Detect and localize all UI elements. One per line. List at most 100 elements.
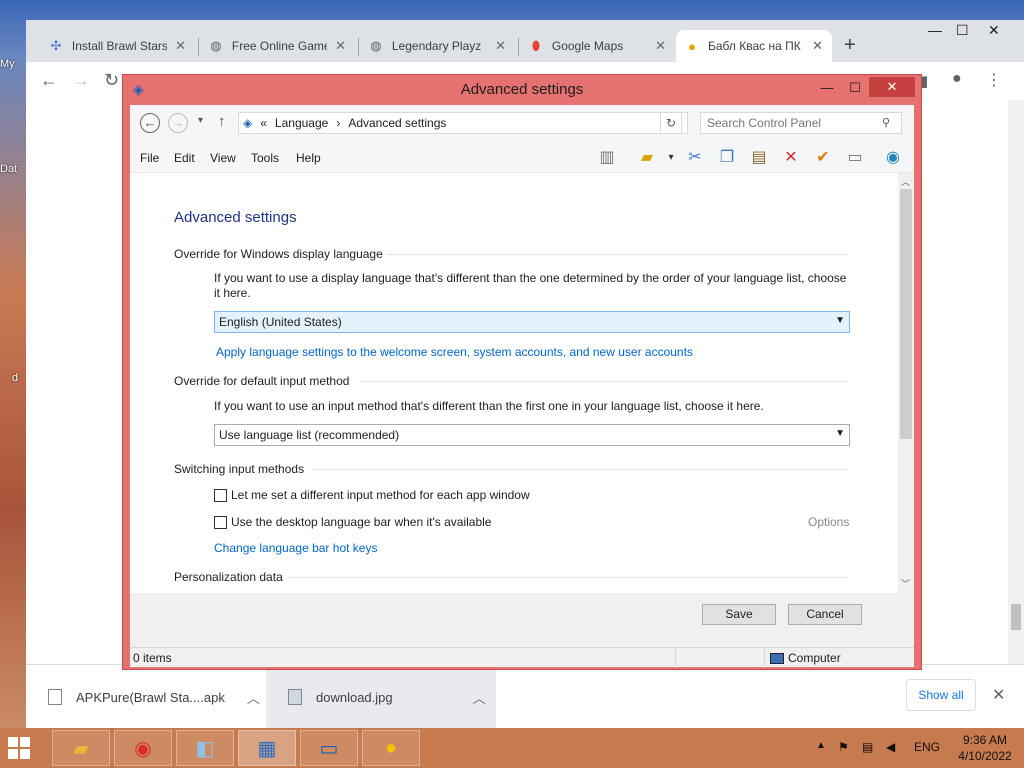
menu-view[interactable]: View <box>210 151 236 165</box>
save-button[interactable]: Save <box>702 604 776 625</box>
close-icon[interactable]: ✕ <box>992 685 1005 705</box>
minimize-icon[interactable]: — <box>817 78 837 98</box>
tab-install-brawl-stars[interactable]: ✣ Install Brawl Stars ✕ <box>40 30 194 62</box>
chevron-up-icon[interactable]: ︿ <box>901 175 910 188</box>
app-icon[interactable]: ◧ <box>176 730 234 766</box>
menu-help[interactable]: Help <box>296 151 321 165</box>
copy-icon[interactable]: ❐ <box>716 148 738 168</box>
reload-icon[interactable]: ↻ <box>104 70 119 91</box>
desktop-label[interactable]: My <box>0 58 15 70</box>
window-client: ← → ▾ ↑ ◈ « Language › Advanced settings… <box>130 105 914 668</box>
clock[interactable]: 9:36 AM 4/10/2022 <box>950 732 1020 764</box>
start-button[interactable] <box>8 737 30 759</box>
item-count: 0 items <box>133 651 172 665</box>
chevron-down-icon[interactable]: ▾ <box>660 148 682 168</box>
download-item[interactable]: download.jpg ︿ <box>266 665 496 729</box>
network-icon[interactable]: ▤ <box>862 740 873 754</box>
menu-edit[interactable]: Edit <box>174 151 195 165</box>
globe-icon[interactable]: ◉ <box>882 148 904 168</box>
cancel-button[interactable]: Cancel <box>788 604 862 625</box>
content-scrollbar[interactable]: ︿ ﹀ <box>898 173 914 593</box>
breadcrumb-separator[interactable]: › <box>336 116 340 130</box>
refresh-button[interactable]: ↻ <box>660 112 682 134</box>
select-value: English (United States) <box>219 315 342 329</box>
file-icon <box>48 689 62 705</box>
close-icon[interactable]: ✕ <box>869 77 915 97</box>
checkbox[interactable] <box>214 488 227 502</box>
chrome-icon[interactable]: ◉ <box>114 730 172 766</box>
scrollbar-thumb[interactable] <box>1011 604 1021 630</box>
close-icon[interactable]: ✕ <box>655 38 666 54</box>
delete-icon[interactable]: ✕ <box>780 148 802 168</box>
forward-icon[interactable]: → <box>72 70 90 91</box>
menu-icon[interactable]: ⋮ <box>986 70 1002 90</box>
search-input[interactable] <box>700 112 902 134</box>
close-icon[interactable]: ✕ <box>175 38 186 54</box>
forward-icon[interactable]: → <box>168 113 188 133</box>
minimize-icon[interactable]: — <box>928 22 942 38</box>
folder-check-icon[interactable]: ▰ <box>636 148 658 168</box>
close-icon[interactable]: ✕ <box>495 38 506 54</box>
layout-icon[interactable]: ▥ <box>596 148 618 168</box>
computer-icon[interactable]: ▭ <box>300 730 358 766</box>
chevron-down-icon[interactable]: ﹀ <box>901 577 910 590</box>
volume-icon[interactable]: ◀ <box>886 740 895 754</box>
download-bar: APKPure(Brawl Sta....apk ︿ download.jpg … <box>26 664 1024 729</box>
chevron-up-icon[interactable]: ︿ <box>247 688 260 707</box>
checkbox[interactable] <box>214 515 227 529</box>
time: 9:36 AM <box>962 733 1008 747</box>
file-explorer-icon[interactable]: ▰ <box>52 730 110 766</box>
scrollbar-thumb[interactable] <box>900 189 912 439</box>
page-scrollbar[interactable] <box>1008 100 1024 664</box>
close-icon[interactable]: ✕ <box>812 38 823 54</box>
change-hotkeys-link[interactable]: Change language bar hot keys <box>214 541 377 555</box>
menu-tools[interactable]: Tools <box>251 151 279 165</box>
breadcrumb-language[interactable]: Language <box>275 116 328 130</box>
close-icon[interactable]: ✕ <box>335 38 346 54</box>
desktop-language-bar-checkbox[interactable]: Use the desktop language bar when it's a… <box>214 515 491 529</box>
search-icon[interactable]: ⚲ <box>882 116 890 129</box>
maximize-icon[interactable]: ☐ <box>845 78 865 98</box>
close-icon[interactable]: ✕ <box>988 22 1000 39</box>
options-link[interactable]: Options <box>808 515 849 529</box>
recent-dropdown-icon[interactable]: ▾ <box>198 115 203 126</box>
maximize-icon[interactable]: ☐ <box>956 22 969 39</box>
desktop-label[interactable]: d <box>12 372 18 384</box>
control-panel-icon[interactable]: ▦ <box>238 730 296 766</box>
back-icon[interactable]: ← <box>140 113 160 133</box>
per-app-input-checkbox[interactable]: Let me set a different input method for … <box>214 488 530 502</box>
section-title-display-language: Override for Windows display language <box>174 247 383 261</box>
address-bar[interactable]: ◈ « Language › Advanced settings ⌄ <box>238 112 688 134</box>
apply-language-settings-link[interactable]: Apply language settings to the welcome s… <box>216 345 693 359</box>
menu-file[interactable]: File <box>140 151 159 165</box>
bubble-app-icon[interactable]: ● <box>362 730 420 766</box>
cut-icon[interactable]: ✂ <box>684 148 706 168</box>
tab-title: Бабл Квас на ПК <box>708 39 801 53</box>
paste-icon[interactable]: ▤ <box>748 148 770 168</box>
chevron-up-icon[interactable]: ︿ <box>473 688 486 707</box>
tab-google-maps[interactable]: ⬮ Google Maps ✕ <box>520 30 674 62</box>
show-all-button[interactable]: Show all <box>906 679 976 711</box>
tab-title: Legendary Playz <box>391 39 482 53</box>
back-icon[interactable]: ← <box>40 70 58 91</box>
tab-babl-kvas[interactable]: ● Бабл Квас на ПК ✕ <box>676 30 832 62</box>
breadcrumb-overflow[interactable]: « <box>260 116 267 130</box>
up-icon[interactable]: ↑ <box>218 113 226 130</box>
tab-separator <box>198 38 199 56</box>
input-method-select[interactable]: Use language list (recommended) ▼ <box>214 424 850 446</box>
tab-separator <box>358 38 359 56</box>
tab-separator <box>518 38 519 56</box>
language-indicator[interactable]: ENG <box>914 740 940 754</box>
download-item[interactable]: APKPure(Brawl Sta....apk ︿ <box>26 665 264 729</box>
desktop-label[interactable]: Dat <box>0 163 17 175</box>
tab-legendary-playz[interactable]: ◍ Legendary Playz ✕ <box>360 30 514 62</box>
display-language-select[interactable]: English (United States) ▼ <box>214 311 850 333</box>
profile-icon[interactable]: ● <box>952 70 962 88</box>
breadcrumb-advanced-settings[interactable]: Advanced settings <box>348 116 446 130</box>
chevron-up-icon[interactable]: ▲ <box>816 740 826 751</box>
flag-icon[interactable]: ⚑ <box>838 740 849 754</box>
tab-free-online-games[interactable]: ◍ Free Online Games ✕ <box>200 30 354 62</box>
properties-icon[interactable]: ▭ <box>844 148 866 168</box>
new-tab-button[interactable]: + <box>844 34 856 57</box>
check-icon[interactable]: ✔ <box>812 148 834 168</box>
